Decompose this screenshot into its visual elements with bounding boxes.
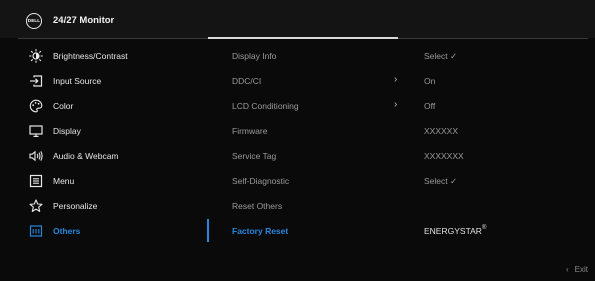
option-label: Service Tag	[232, 151, 277, 161]
chevron-right-icon: ›	[394, 99, 398, 110]
option-value: XXXXXX	[424, 126, 459, 136]
sidebar-item-menu[interactable]: Menu	[0, 169, 205, 194]
option-label: Reset Others	[232, 201, 283, 211]
option-self-diagnostic[interactable]: Self-Diagnostic Select ✓	[232, 169, 588, 194]
sidebar-item-label: Color	[53, 101, 74, 111]
sidebar-item-input-source[interactable]: Input Source	[0, 69, 205, 94]
option-label: LCD Conditioning	[232, 101, 299, 111]
sidebar-item-others[interactable]: Others	[0, 219, 205, 244]
option-service-tag[interactable]: Service Tag XXXXXXX	[232, 144, 588, 169]
option-factory-reset[interactable]: Factory Reset ENERGYSTAR®	[232, 219, 588, 244]
option-value: XXXXXXX	[424, 151, 464, 161]
sidebar-item-label: Brightness/Contrast	[53, 51, 128, 61]
star-icon	[29, 199, 43, 212]
exit-button[interactable]: ‹ Exit	[566, 265, 588, 274]
option-value: Select ✓	[424, 176, 458, 186]
sidebar-item-label: Menu	[53, 176, 75, 186]
sidebar-item-personalize[interactable]: Personalize	[0, 194, 205, 219]
option-lcd-conditioning[interactable]: LCD Conditioning › Off	[232, 94, 588, 119]
option-ddc-ci[interactable]: DDC/CI › On	[232, 69, 588, 94]
section-highlight-bar	[208, 37, 398, 39]
color-palette-icon	[29, 99, 43, 113]
brightness-icon	[29, 49, 43, 63]
dell-logo: DELL	[26, 13, 42, 29]
option-label: Self-Diagnostic	[232, 176, 290, 186]
option-label: Factory Reset	[232, 226, 289, 236]
option-reset-others[interactable]: Reset Others	[232, 194, 588, 219]
option-firmware[interactable]: Firmware XXXXXX	[232, 119, 588, 144]
sidebar-item-label: Audio & Webcam	[53, 151, 119, 161]
sidebar-item-display[interactable]: Display	[0, 119, 205, 144]
others-icon	[29, 225, 43, 237]
option-value: Off	[424, 101, 436, 111]
menu-icon	[29, 174, 43, 188]
sidebar-item-label: Personalize	[53, 201, 98, 211]
selection-indicator	[207, 219, 209, 242]
option-value: On	[424, 76, 436, 86]
option-value: Select ✓	[424, 51, 458, 61]
monitor-title: 24/27 Monitor	[53, 15, 115, 26]
energystar-label: ENERGYSTAR®	[424, 225, 487, 236]
option-label: DDC/CI	[232, 76, 262, 86]
monitor-osd: DELL 24/27 Monitor Brightness/Contrast I…	[0, 0, 595, 281]
exit-label: Exit	[574, 265, 589, 274]
chevron-left-icon: ‹	[566, 265, 569, 274]
sidebar-item-color[interactable]: Color	[0, 94, 205, 119]
option-label: Display Info	[232, 51, 277, 61]
sidebar-item-brightness-contrast[interactable]: Brightness/Contrast	[0, 44, 205, 69]
option-label: Firmware	[232, 126, 268, 136]
registered-mark: ®	[481, 225, 487, 231]
option-value: ENERGYSTAR	[424, 226, 482, 236]
chevron-right-icon: ›	[394, 74, 398, 85]
option-display-info[interactable]: Display Info Select ✓	[232, 44, 588, 69]
osd-header: DELL 24/27 Monitor	[0, 0, 595, 38]
sidebar-item-audio-webcam[interactable]: Audio & Webcam	[0, 144, 205, 169]
input-source-icon	[30, 75, 43, 87]
sidebar-item-label: Others	[53, 226, 81, 236]
sidebar-item-label: Display	[53, 126, 81, 136]
sidebar-item-label: Input Source	[53, 76, 102, 86]
audio-webcam-icon	[29, 150, 43, 162]
display-icon	[29, 125, 43, 137]
